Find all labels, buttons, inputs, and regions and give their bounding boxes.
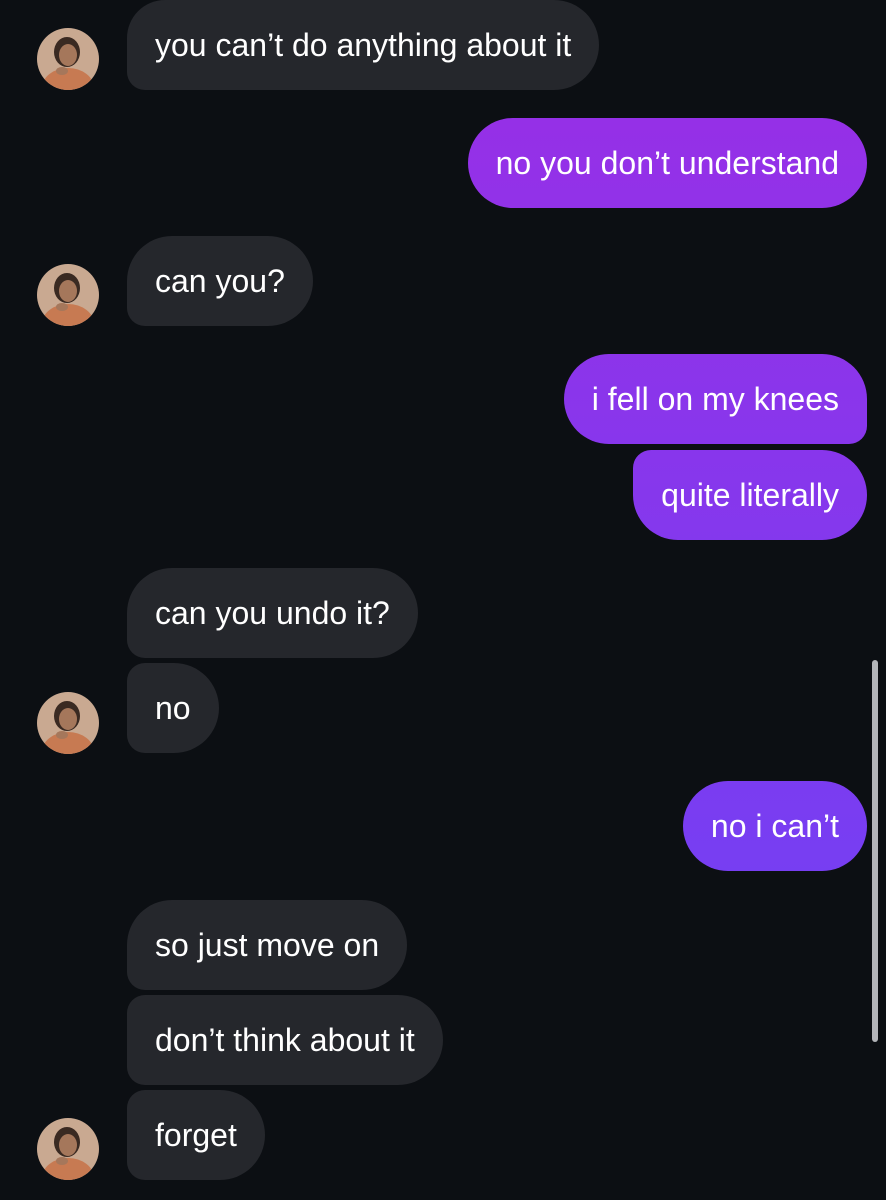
profile-photo-icon (37, 1118, 99, 1180)
incoming-message[interactable]: no (127, 663, 219, 753)
contact-avatar[interactable] (37, 28, 99, 90)
incoming-message[interactable]: so just move on (127, 900, 408, 990)
incoming-message[interactable]: you can’t do anything about it (127, 0, 600, 90)
outgoing-message[interactable]: no i can’t (682, 781, 867, 871)
profile-photo-icon (37, 28, 99, 90)
incoming-message[interactable]: can you undo it? (127, 568, 418, 658)
profile-photo-icon (37, 692, 99, 754)
outgoing-message[interactable]: no you don’t understand (467, 118, 867, 208)
chat-thread[interactable]: you can’t do anything about it no you do… (0, 0, 886, 1200)
incoming-message[interactable]: forget (127, 1090, 265, 1180)
profile-photo-icon (37, 264, 99, 326)
scrollbar-thumb[interactable] (872, 660, 878, 1042)
incoming-message[interactable]: can you? (127, 236, 313, 326)
contact-avatar[interactable] (37, 1118, 99, 1180)
contact-avatar[interactable] (37, 692, 99, 754)
incoming-message[interactable]: don’t think about it (127, 995, 443, 1085)
outgoing-message[interactable]: quite literally (633, 450, 867, 540)
outgoing-message[interactable]: i fell on my knees (563, 354, 867, 444)
contact-avatar[interactable] (37, 264, 99, 326)
